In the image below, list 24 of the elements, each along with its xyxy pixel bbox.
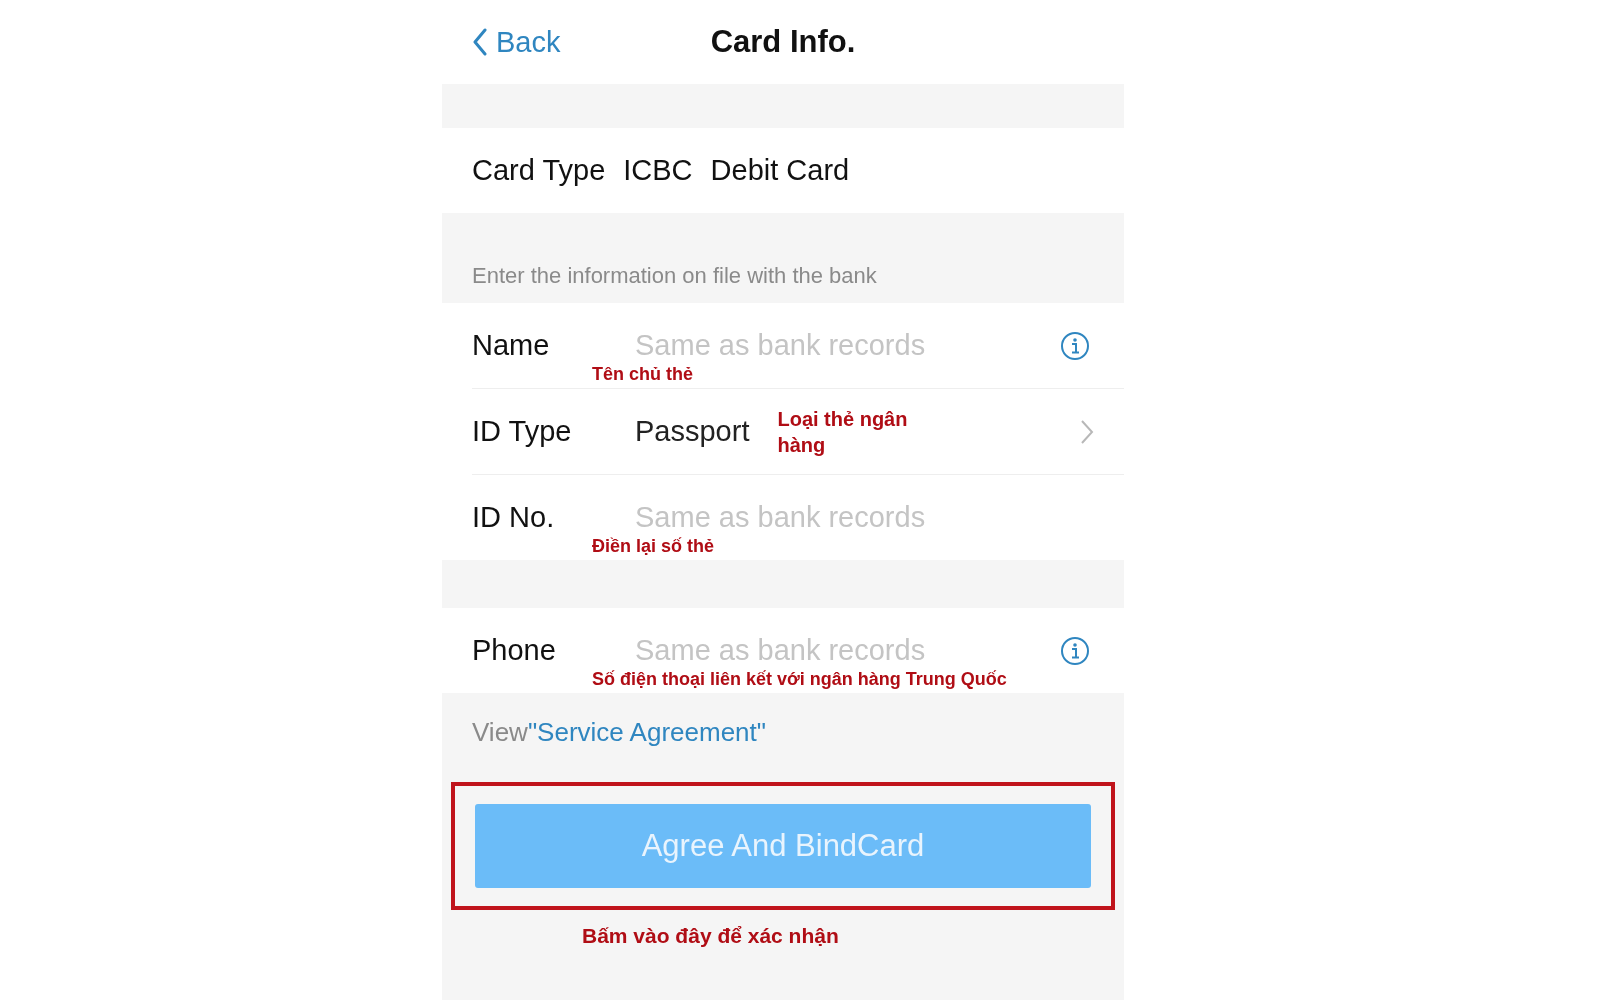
field-label: Name bbox=[472, 329, 551, 362]
annotation-note: Bấm vào đây để xác nhận bbox=[582, 924, 839, 948]
card-type-value: Debit Card bbox=[710, 154, 850, 187]
input-field[interactable]: Same as bank records bbox=[635, 501, 1094, 534]
back-chevron-icon bbox=[472, 28, 488, 56]
agreement-text: View bbox=[472, 717, 528, 747]
annotation-note: Số điện thoại liên kết với ngân hàng Trung Quốc bbox=[592, 669, 1007, 690]
info-icon[interactable] bbox=[1060, 330, 1090, 361]
back-link[interactable]: Back bbox=[472, 25, 561, 59]
select-value[interactable]: Passport bbox=[635, 415, 750, 448]
section-hint: Enter the information on file with the bank bbox=[472, 263, 877, 289]
annotation-note: Tên chủ thẻ bbox=[592, 364, 693, 385]
service-agreement-link[interactable]: "Service Agreement" bbox=[527, 717, 767, 747]
annotation-note: Loại thẻ ngân hàng bbox=[777, 406, 909, 458]
field-label: ID Type bbox=[472, 415, 573, 448]
bank-name: ICBC bbox=[623, 154, 693, 187]
info-icon[interactable] bbox=[1060, 635, 1090, 666]
field-label: Phone bbox=[472, 634, 557, 667]
screen-title: Card Info. bbox=[710, 24, 856, 60]
annotation-note: Điền lại số thẻ bbox=[592, 536, 715, 557]
card-type-label: Card Type bbox=[472, 154, 606, 187]
input-field[interactable]: Same as bank records bbox=[635, 634, 1060, 667]
input-field[interactable]: Same as bank records bbox=[635, 329, 1060, 362]
field-label: ID No. bbox=[472, 501, 556, 534]
